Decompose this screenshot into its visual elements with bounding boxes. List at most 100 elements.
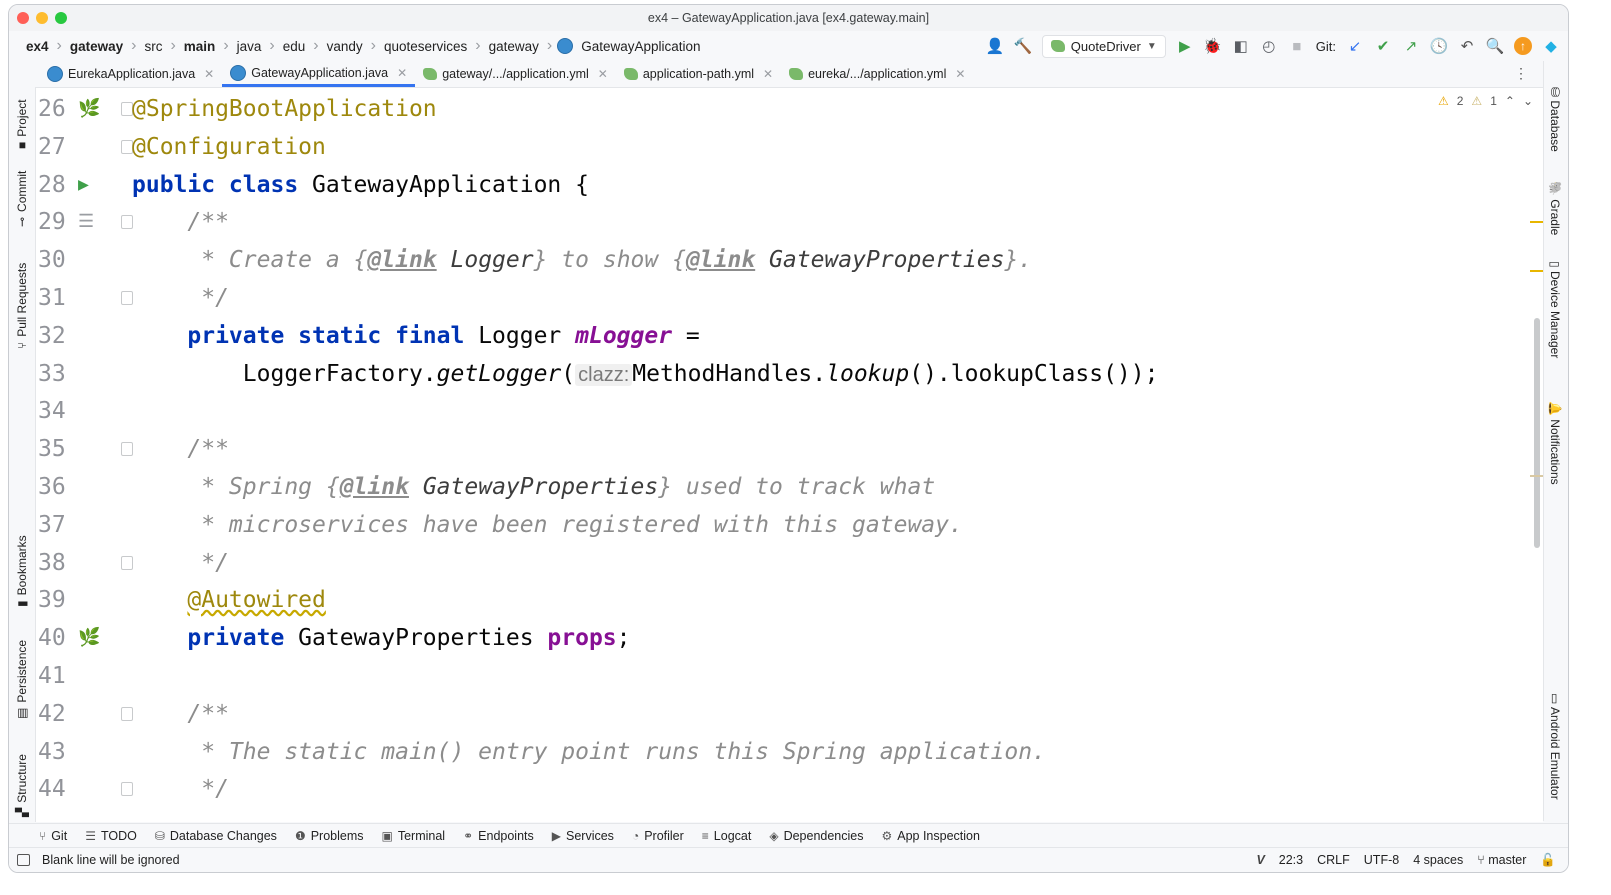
- line-number[interactable]: 36: [38, 468, 68, 506]
- breadcrumb-item[interactable]: quoteservices: [381, 39, 470, 54]
- code-line[interactable]: 36 * Spring {@link GatewayProperties} us…: [36, 468, 1543, 506]
- code-text[interactable]: /**: [132, 695, 229, 733]
- vim-icon[interactable]: V: [1256, 853, 1264, 867]
- build-hammer-icon[interactable]: 🔨: [1013, 37, 1032, 55]
- close-tab-icon[interactable]: ✕: [204, 67, 214, 81]
- code-text[interactable]: /**: [132, 203, 229, 241]
- breadcrumb-item[interactable]: main: [181, 39, 219, 54]
- code-line[interactable]: 43 * The static main() entry point runs …: [36, 733, 1543, 771]
- persistence-tool-button[interactable]: ▤ Persistence: [15, 640, 29, 719]
- code-line[interactable]: 37 * microservices have been registered …: [36, 506, 1543, 544]
- coverage-icon[interactable]: ◧: [1232, 37, 1250, 55]
- code-text[interactable]: * The static main() entry point runs thi…: [132, 733, 1046, 771]
- lock-icon[interactable]: 🔓: [1540, 853, 1556, 868]
- file-encoding[interactable]: UTF-8: [1364, 853, 1399, 867]
- line-number[interactable]: 26: [38, 90, 68, 128]
- breadcrumb-item[interactable]: src: [141, 39, 165, 54]
- run-configuration-select[interactable]: QuoteDriver ▼: [1041, 34, 1166, 58]
- breadcrumb-item[interactable]: java: [234, 39, 265, 54]
- code-line[interactable]: 31 */: [36, 279, 1543, 317]
- breadcrumb-item[interactable]: gateway: [67, 39, 126, 54]
- code-line[interactable]: 38 */: [36, 544, 1543, 582]
- ide-logo-icon[interactable]: ◆: [1542, 37, 1560, 55]
- editor-tab[interactable]: gateway/.../application.yml ✕: [415, 61, 616, 87]
- line-number[interactable]: 38: [38, 544, 68, 582]
- tool-window-button[interactable]: ⚭ Endpoints: [463, 829, 534, 843]
- line-number[interactable]: 28: [38, 166, 68, 204]
- run-icon[interactable]: ▶: [78, 174, 100, 196]
- line-number[interactable]: 43: [38, 733, 68, 771]
- search-icon[interactable]: 🔍: [1486, 37, 1505, 55]
- line-number[interactable]: 40: [38, 619, 68, 657]
- stop-icon[interactable]: ■: [1288, 37, 1306, 55]
- pull-requests-tool-button[interactable]: ⑂ Pull Requests: [15, 263, 29, 349]
- close-tab-icon[interactable]: ✕: [763, 67, 773, 81]
- line-number[interactable]: 41: [38, 657, 68, 695]
- close-tab-icon[interactable]: ✕: [598, 67, 608, 81]
- spring-bean-icon[interactable]: 🌿: [78, 98, 100, 120]
- line-number[interactable]: 37: [38, 506, 68, 544]
- tool-window-button[interactable]: ▶ Services: [552, 829, 614, 843]
- android-emulator-tool-button[interactable]: ▭ Android Emulator: [1548, 693, 1562, 800]
- git-update-icon[interactable]: ↙: [1346, 37, 1364, 55]
- code-line[interactable]: 29 ☰ /**: [36, 203, 1543, 241]
- rollback-icon[interactable]: ↶: [1458, 37, 1476, 55]
- run-icon[interactable]: ▶: [1176, 37, 1194, 55]
- error-stripe-marker[interactable]: [1530, 475, 1543, 477]
- git-commit-icon[interactable]: ✔: [1374, 37, 1392, 55]
- code-text[interactable]: public class GatewayApplication {: [132, 166, 589, 204]
- editor-tab[interactable]: eureka/.../application.yml ✕: [781, 61, 973, 87]
- doc-icon[interactable]: ☰: [78, 211, 100, 233]
- breadcrumb-item[interactable]: ex4: [23, 39, 52, 54]
- code-line[interactable]: 35 /**: [36, 430, 1543, 468]
- inspection-widget[interactable]: ⚠ 2 ⚠ 1 ⌃ ⌄: [1438, 94, 1533, 108]
- code-line[interactable]: 39 @Autowired: [36, 581, 1543, 619]
- tool-window-button[interactable]: ⚙ App Inspection: [881, 829, 979, 843]
- line-number[interactable]: 32: [38, 317, 68, 355]
- commit-tool-button[interactable]: ⊸ Commit: [15, 171, 29, 227]
- git-push-icon[interactable]: ↗: [1402, 37, 1420, 55]
- code-line[interactable]: 28 ▶ public class GatewayApplication {: [36, 166, 1543, 204]
- tool-window-button[interactable]: ▣ Terminal: [382, 829, 446, 843]
- tool-window-button[interactable]: ❶ Problems: [295, 829, 364, 843]
- line-number[interactable]: 42: [38, 695, 68, 733]
- line-separator[interactable]: CRLF: [1317, 853, 1350, 867]
- line-number[interactable]: 35: [38, 430, 68, 468]
- close-tab-icon[interactable]: ✕: [955, 67, 965, 81]
- notifications-tool-button[interactable]: 🔔 Notifications: [1548, 401, 1562, 485]
- indent-setting[interactable]: 4 spaces: [1413, 853, 1463, 867]
- code-text[interactable]: */: [132, 544, 229, 582]
- line-number[interactable]: 39: [38, 581, 68, 619]
- line-number[interactable]: 34: [38, 392, 68, 430]
- code-text[interactable]: @Autowired: [132, 581, 325, 619]
- code-line[interactable]: 40 🌿 private GatewayProperties props;: [36, 619, 1543, 657]
- more-options-icon[interactable]: ⋮: [1514, 65, 1528, 82]
- user-icon[interactable]: 👤: [985, 37, 1004, 55]
- code-line[interactable]: 32 private static final Logger mLogger =: [36, 317, 1543, 355]
- code-text[interactable]: private GatewayProperties props;: [132, 619, 630, 657]
- code-line[interactable]: 34: [36, 392, 1543, 430]
- tool-window-button[interactable]: ⛁ Database Changes: [155, 829, 277, 843]
- toggle-tool-windows-icon[interactable]: [17, 854, 30, 866]
- error-stripe-marker[interactable]: [1530, 221, 1543, 223]
- tool-window-button[interactable]: ◈ Dependencies: [769, 829, 863, 843]
- line-number[interactable]: 31: [38, 279, 68, 317]
- code-text[interactable]: private static final Logger mLogger =: [132, 317, 699, 355]
- code-text[interactable]: LoggerFactory.getLogger(clazz: MethodHand…: [132, 355, 1159, 394]
- code-text[interactable]: */: [132, 279, 229, 317]
- spring-autowire-icon[interactable]: 🌿: [78, 627, 100, 649]
- code-line[interactable]: 30 * Create a {@link Logger} to show {@l…: [36, 241, 1543, 279]
- profile-icon[interactable]: ◴: [1260, 37, 1278, 55]
- editor-tab[interactable]: EurekaApplication.java ✕: [39, 61, 222, 87]
- next-highlight-icon[interactable]: ⌄: [1523, 94, 1533, 108]
- code-text[interactable]: * microservices have been registered wit…: [132, 506, 963, 544]
- code-line[interactable]: 33 LoggerFactory.getLogger(clazz: MethodH…: [36, 355, 1543, 393]
- code-line[interactable]: 26 🌿 @SpringBootApplication: [36, 90, 1543, 128]
- code-text[interactable]: @Configuration: [132, 128, 326, 166]
- tool-window-button[interactable]: ◔ Profiler: [632, 829, 684, 843]
- vertical-scrollbar[interactable]: [1534, 318, 1540, 548]
- breadcrumb-item[interactable]: edu: [280, 39, 309, 54]
- tool-window-button[interactable]: ⑂ Git: [39, 829, 67, 843]
- history-icon[interactable]: 🕓: [1430, 37, 1449, 55]
- code-editor[interactable]: 26 🌿 @SpringBootApplication 27 @Configuratio…: [36, 88, 1543, 822]
